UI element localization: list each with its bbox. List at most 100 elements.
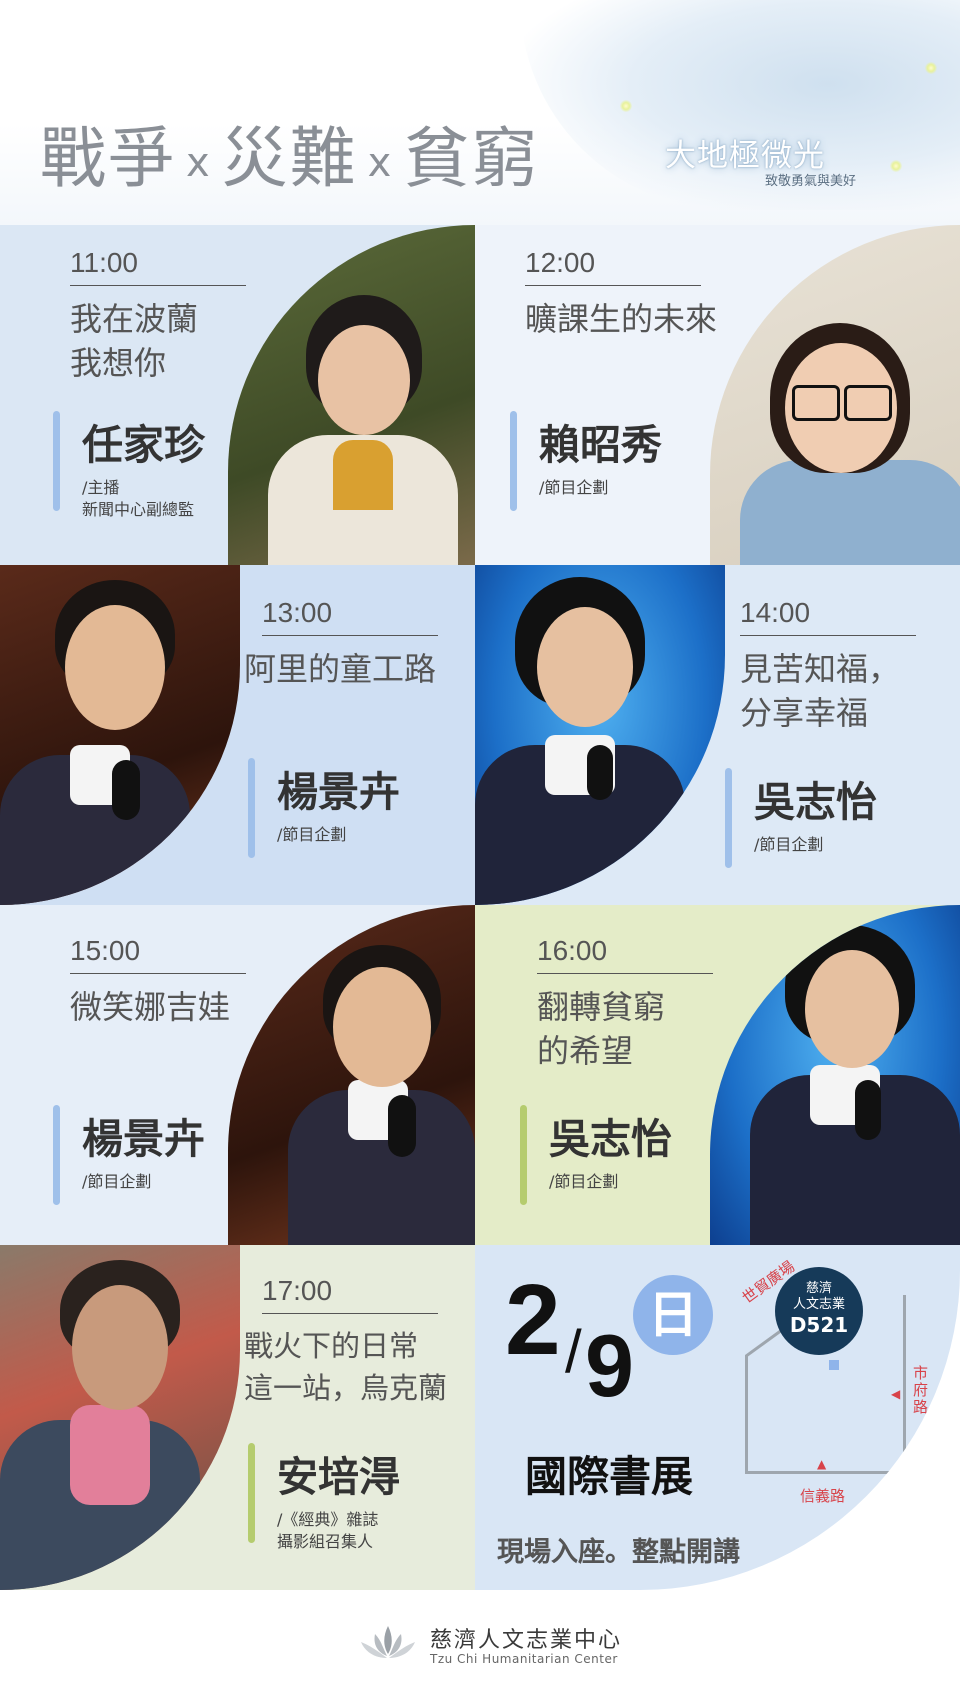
accent-bar	[248, 1443, 255, 1543]
title-disaster: 災難	[221, 120, 358, 197]
session-time: 17:00	[262, 1275, 333, 1306]
glasses-icon	[844, 385, 892, 421]
session-title: 見苦知福， 分享幸福	[740, 647, 900, 735]
session-title-line: 的希望	[537, 1032, 634, 1070]
divider	[537, 973, 713, 974]
photo-face-shape	[537, 607, 633, 727]
photo-face-shape	[72, 1285, 168, 1410]
booth-name-line2: 人文志業	[792, 1297, 845, 1312]
role-line: /《經典》雜誌	[277, 1510, 379, 1529]
session-card-1400: 14:00 見苦知福， 分享幸福 吳志怡 /節目企劃	[475, 565, 960, 905]
org-name-en: Tzu Chi Humanitarian Center	[430, 1652, 618, 1666]
booth-pin: 慈濟 人文志業 D521	[775, 1267, 863, 1355]
divider	[262, 635, 438, 636]
session-time: 15:00	[70, 935, 141, 966]
entrance-arrow-icon: ▲	[817, 1457, 827, 1471]
speaker-role: /節目企劃	[82, 1171, 151, 1193]
microphone-icon	[855, 1080, 881, 1140]
event-name: 國際書展	[525, 1452, 694, 1501]
session-title-line: 曠課生的未來	[525, 300, 718, 338]
session-title-line: 微笑娜吉娃	[70, 988, 231, 1026]
microphone-icon	[112, 760, 140, 820]
booth-code: D521	[789, 1313, 849, 1337]
speaker-role: /主播 新聞中心副總監	[82, 477, 194, 521]
speaker-name: 任家珍	[82, 421, 205, 469]
session-time: 11:00	[70, 247, 138, 278]
map-wall	[903, 1295, 906, 1474]
accent-bar	[520, 1105, 527, 1205]
title-poverty: 貧窮	[403, 120, 540, 197]
title-x: x	[367, 139, 394, 186]
role-line: /節目企劃	[539, 478, 609, 497]
photo-face-shape	[65, 605, 165, 730]
session-card-1700: 17:00 戰火下的日常 這一站，烏克蘭 安培淂 /《經典》雜誌 攝影組召集人	[0, 1245, 475, 1590]
speaker-role: /《經典》雜誌 攝影組召集人	[277, 1509, 378, 1553]
lotus-logo-icon	[361, 1626, 415, 1658]
divider	[740, 635, 916, 636]
divider	[262, 1313, 438, 1314]
session-title: 阿里的童工路	[244, 647, 436, 691]
accent-bar	[510, 411, 517, 511]
photo-scarf-shape	[70, 1405, 150, 1505]
photo-face-shape	[318, 325, 410, 435]
session-time: 12:00	[525, 247, 596, 278]
speaker-photo	[710, 905, 960, 1245]
session-title-line: 我在波蘭	[70, 300, 199, 338]
speaker-photo	[475, 565, 725, 905]
map-label-bottom: 信義路	[800, 1487, 846, 1505]
role-line: /主播	[82, 478, 120, 497]
session-card-1500: 15:00 微笑娜吉娃 楊景卉 /節目企劃	[0, 905, 475, 1245]
speaker-name: 賴昭秀	[539, 421, 662, 469]
session-title-line: 戰火下的日常	[244, 1329, 419, 1363]
glasses-icon	[792, 385, 840, 421]
session-title-line: 翻轉貧窮	[537, 988, 666, 1026]
accent-bar	[53, 1105, 60, 1205]
accent-bar	[725, 768, 732, 868]
accent-bar	[53, 411, 60, 511]
speaker-role: /節目企劃	[549, 1171, 618, 1193]
accent-bar	[248, 758, 255, 858]
speaker-photo	[228, 225, 475, 565]
weekday-badge: 日	[633, 1275, 713, 1355]
photo-sweater-shape	[333, 440, 393, 510]
header: 戰爭 x 災難 x 貧窮 大地極微光 致敬勇氣與美好	[0, 0, 960, 225]
speaker-photo	[228, 905, 475, 1245]
session-time: 14:00	[740, 597, 811, 628]
speaker-name: 楊景卉	[82, 1115, 205, 1163]
speaker-name: 安培淂	[277, 1453, 400, 1501]
session-card-1200: 12:00 曠課生的未來 賴昭秀 /節目企劃	[475, 225, 960, 565]
booth-marker	[829, 1360, 839, 1370]
microphone-icon	[388, 1095, 416, 1157]
light-dot	[925, 62, 937, 74]
session-title: 翻轉貧窮 的希望	[537, 985, 665, 1073]
session-card-1300: 13:00 阿里的童工路 楊景卉 /節目企劃	[0, 565, 475, 905]
speaker-photo	[0, 1245, 240, 1590]
speaker-name: 吳志怡	[549, 1115, 672, 1163]
speaker-name: 吳志怡	[754, 778, 877, 826]
divider	[70, 285, 246, 286]
role-line: /節目企劃	[82, 1172, 152, 1191]
org-name: 慈濟人文志業中心	[430, 1628, 623, 1653]
role-line: 新聞中心副總監	[82, 500, 195, 519]
session-title-line: 分享幸福	[740, 694, 869, 732]
session-title: 微笑娜吉娃	[70, 985, 230, 1029]
session-title: 我在波蘭 我想你	[70, 297, 198, 385]
role-line: /節目企劃	[549, 1172, 619, 1191]
event-note: 現場入座。整點開講	[497, 1537, 740, 1568]
speaker-role: /節目企劃	[754, 834, 823, 856]
microphone-icon	[587, 745, 613, 800]
divider	[70, 973, 246, 974]
session-time: 16:00	[537, 935, 608, 966]
title-x: x	[186, 139, 212, 186]
header-decoration	[520, 0, 960, 210]
title-war: 戰爭	[40, 120, 176, 197]
date-slash: /	[565, 1318, 582, 1385]
photo-face-shape	[805, 950, 899, 1068]
event-info-panel: 2 / 9 日 國際書展 現場入座。整點開講 世貿廣場 ▲ 市府路 ◀ 信義路 …	[475, 1245, 960, 1590]
speaker-role: /節目企劃	[539, 477, 608, 499]
session-time: 13:00	[262, 597, 333, 628]
session-title-line: 這一站，烏克蘭	[244, 1371, 448, 1405]
divider	[525, 285, 701, 286]
photo-face-shape	[333, 967, 431, 1087]
session-title: 戰火下的日常 這一站，烏克蘭	[244, 1325, 447, 1409]
